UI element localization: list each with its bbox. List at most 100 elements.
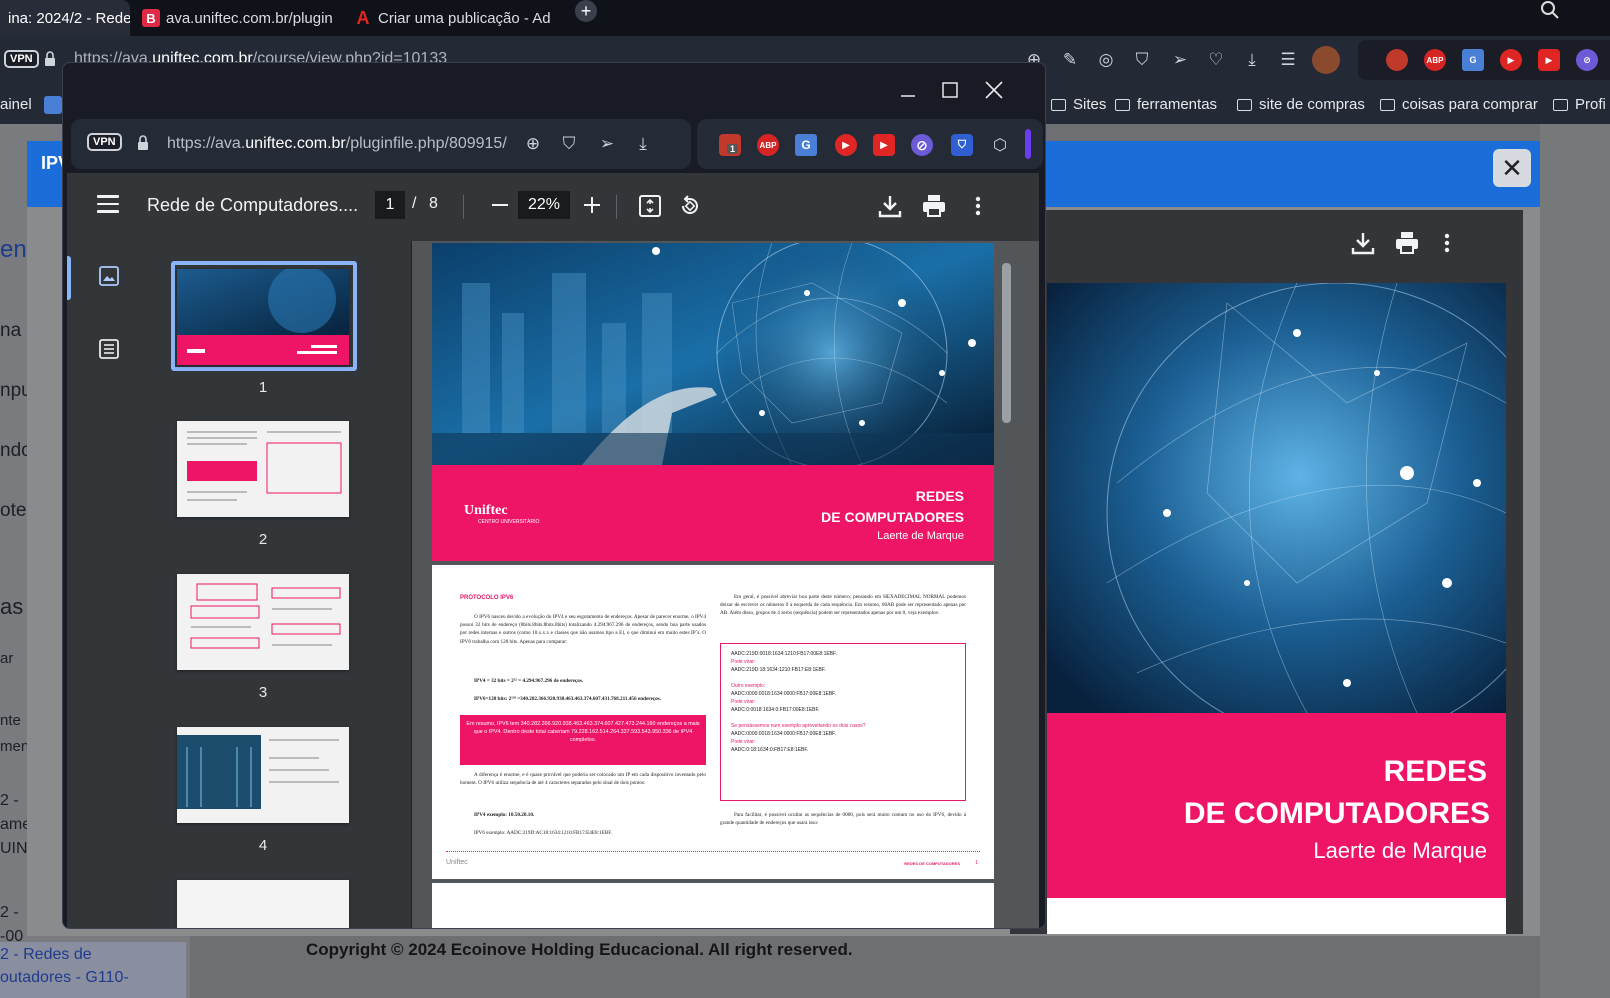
send-icon[interactable]: ➢ [597,134,617,154]
shield-icon[interactable]: ⛉ [559,134,579,154]
new-tab-button[interactable]: + [575,0,597,22]
more-options-icon[interactable] [963,191,993,221]
play-icon[interactable]: ▶ [835,134,857,156]
popup-address-bar[interactable]: VPN https://ava.uniftec.com.br/pluginfil… [71,119,691,169]
tab-label: ina: 2024/2 - Redes [8,9,130,27]
rotate-icon[interactable] [675,191,705,221]
bitwarden-icon[interactable]: ⛉ [951,134,973,156]
download-icon[interactable]: ⤓ [1242,50,1262,70]
send-icon[interactable]: ➢ [1170,50,1190,70]
sidebar-menu-icon[interactable] [97,195,119,218]
block-icon[interactable]: ⊘ [911,134,933,156]
vpn-badge[interactable]: VPN [4,50,39,68]
cube-icon[interactable]: ⬡ [989,134,1011,156]
thumbnail-label: 3 [258,684,268,701]
maximize-icon[interactable] [935,75,965,105]
tab-label: ava.uniftec.com.br/plugin [166,9,333,27]
zoom-level-input[interactable]: 22% [518,191,570,219]
camera-icon[interactable]: ◎ [1096,50,1116,70]
zoom-out-button[interactable] [485,187,515,223]
print-icon[interactable] [1394,230,1420,261]
print-icon[interactable] [919,191,949,221]
popup-titlebar[interactable] [63,63,1045,117]
folder-icon [1380,98,1395,111]
heart-icon[interactable]: ♡ [1206,50,1226,70]
bookmark-item[interactable]: ainel [0,96,32,113]
thumbnail-label: 1 [258,379,268,396]
next-page-edge [1047,898,1506,934]
highlight-box: Em resumo, IPV6 tem 340.282.366.920.938.… [460,715,706,765]
settings-sliders-icon[interactable]: ☰ [1278,50,1298,70]
edit-icon[interactable]: ✎ [1060,50,1080,70]
search-tabs-icon[interactable] [1540,0,1560,26]
modal-close-button[interactable]: ✕ [1493,149,1531,187]
tab-criar-publicacao[interactable]: A Criar uma publicação - Ad [346,0,556,36]
cover-author: Laerte de Marque [1313,838,1487,863]
thumbnail-page-5[interactable] [177,880,349,928]
cover-title-line2: DE COMPUTADORES [821,509,964,525]
pdf-scrollbar[interactable] [1002,243,1011,923]
video-icon[interactable]: ▶ [1538,49,1560,71]
cover-globe-image [1047,283,1506,713]
bookmark-folder-ferramentas[interactable]: ferramentas [1115,96,1217,113]
code-line: Outro exemplo: [731,683,766,689]
popup-extensions: 1 ABP G ▶ ▶ ⊘ ⛉ ⬡ [697,119,1043,169]
download-icon[interactable]: ⤓ [633,134,653,154]
vpn-badge[interactable]: VPN [87,133,122,151]
bookmark-folder-coisas-para-comprar[interactable]: coisas para comprar [1380,96,1538,113]
fit-page-icon[interactable] [635,191,665,221]
code-spacer [731,714,955,722]
download-icon[interactable] [875,191,905,221]
translate-bookmark-icon[interactable] [44,96,62,114]
download-icon[interactable] [1350,230,1376,261]
code-line: Pode virar: [731,659,756,665]
zoom-in-button[interactable] [577,187,607,223]
url-path: /pluginfile.php/809915/ [345,135,507,152]
close-icon[interactable] [979,75,1009,105]
code-example-box: AADC:219D:0018:1634:1210:FB17:00E8:1EBF.… [720,643,966,801]
pdf-document-area[interactable]: Uniftec CENTRO UNIVERSITÁRIO REDES DE CO… [412,241,1039,928]
adblock-plus-icon[interactable]: ABP [1424,49,1446,71]
thumbnail-page-4[interactable] [177,727,349,823]
pdf-scroll-thumb[interactable] [1002,263,1011,423]
play-icon[interactable]: ▶ [1500,49,1522,71]
block-icon[interactable]: ⊘ [1576,49,1598,71]
thumbnails-view-icon[interactable] [99,266,119,291]
outline-view-icon[interactable] [99,339,119,364]
tab-pluginfile[interactable]: B ava.uniftec.com.br/plugin [134,0,338,36]
page-number-input[interactable]: 1 [375,191,405,219]
adblock-plus-icon[interactable]: ABP [757,134,779,156]
background-tab-bar: ina: 2024/2 - Redes B ava.uniftec.com.br… [0,0,1610,36]
ipv4-example: IPV4 exemplo: 10.50.20.10. [474,812,535,818]
translate-icon[interactable]: G [1462,49,1484,71]
thumbnail-page-3[interactable] [177,574,349,670]
cover-title-line2: DE COMPUTADORES [1183,797,1490,830]
footer-page-number: 1 [975,860,978,866]
bookmark-label: coisas para comprar [1402,96,1538,113]
course-link[interactable]: 2 - Redes de outadores - G110- [0,942,186,998]
popup-url[interactable]: https://ava.uniftec.com.br/pluginfile.ph… [167,135,507,153]
shield-ext-icon[interactable] [1386,49,1408,71]
thumbnail-page-2[interactable] [177,421,349,517]
code-line: AADC:0:18:1634:0:FB17:E8:1EBF. [731,747,809,753]
course-link-line1: 2 - Redes de [0,946,92,963]
bookmark-folder-sites[interactable]: Sites [1051,96,1106,113]
paragraph: A diferença é enorme, e é quase provável… [460,772,706,787]
minimize-icon[interactable] [893,75,923,105]
bookmark-folder-profi[interactable]: Profi [1553,96,1606,113]
bookmark-label: ferramentas [1137,96,1218,113]
video-icon[interactable]: ▶ [873,134,895,156]
course-link-line2: outadores - G110- [0,969,129,986]
more-options-icon[interactable] [1442,230,1452,261]
thumbnail-page-1[interactable] [177,269,349,365]
zoom-search-icon[interactable]: ⊕ [523,134,543,154]
footer-rule [446,851,980,852]
blackboard-favicon-icon: B [142,9,160,27]
translate-icon[interactable]: G [795,134,817,156]
tab-redes[interactable]: ina: 2024/2 - Redes [0,0,130,36]
bookmark-folder-site-de-compras[interactable]: site de compras [1237,96,1365,113]
code-line: AADC:0000:0018:1634:0000:FB17:00E8:1EBF. [731,731,837,737]
shield-icon[interactable]: ⛉ [1132,50,1152,70]
shield-ext-icon[interactable]: 1 [719,134,741,156]
avatar[interactable] [1312,46,1340,74]
